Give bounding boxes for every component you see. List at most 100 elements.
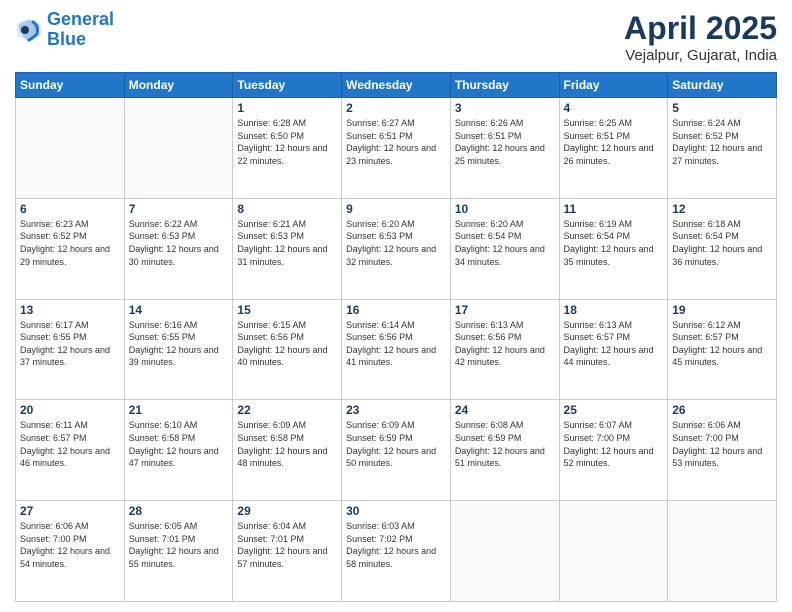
- daylight-text: Daylight: 12 hours and 58 minutes.: [346, 546, 436, 569]
- table-row: 14 Sunrise: 6:16 AM Sunset: 6:55 PM Dayl…: [124, 299, 233, 400]
- table-row: 19 Sunrise: 6:12 AM Sunset: 6:57 PM Dayl…: [668, 299, 777, 400]
- sunrise-text: Sunrise: 6:28 AM: [237, 118, 306, 128]
- day-number: 18: [564, 303, 664, 317]
- day-info: Sunrise: 6:09 AM Sunset: 6:58 PM Dayligh…: [237, 419, 337, 469]
- daylight-text: Daylight: 12 hours and 29 minutes.: [20, 244, 110, 267]
- table-row: [16, 98, 125, 199]
- daylight-text: Daylight: 12 hours and 22 minutes.: [237, 143, 327, 166]
- sunset-text: Sunset: 6:59 PM: [346, 433, 413, 443]
- daylight-text: Daylight: 12 hours and 42 minutes.: [455, 345, 545, 368]
- day-info: Sunrise: 6:10 AM Sunset: 6:58 PM Dayligh…: [129, 419, 229, 469]
- table-row: 15 Sunrise: 6:15 AM Sunset: 6:56 PM Dayl…: [233, 299, 342, 400]
- day-info: Sunrise: 6:15 AM Sunset: 6:56 PM Dayligh…: [237, 319, 337, 369]
- daylight-text: Daylight: 12 hours and 46 minutes.: [20, 446, 110, 469]
- day-info: Sunrise: 6:26 AM Sunset: 6:51 PM Dayligh…: [455, 117, 555, 167]
- day-info: Sunrise: 6:06 AM Sunset: 7:00 PM Dayligh…: [672, 419, 772, 469]
- daylight-text: Daylight: 12 hours and 45 minutes.: [672, 345, 762, 368]
- table-row: [450, 501, 559, 602]
- sunrise-text: Sunrise: 6:17 AM: [20, 320, 89, 330]
- day-info: Sunrise: 6:19 AM Sunset: 6:54 PM Dayligh…: [564, 218, 664, 268]
- header-sunday: Sunday: [16, 73, 125, 98]
- logo-line2: Blue: [47, 29, 86, 49]
- sunrise-text: Sunrise: 6:13 AM: [564, 320, 633, 330]
- table-row: 20 Sunrise: 6:11 AM Sunset: 6:57 PM Dayl…: [16, 400, 125, 501]
- daylight-text: Daylight: 12 hours and 51 minutes.: [455, 446, 545, 469]
- day-info: Sunrise: 6:09 AM Sunset: 6:59 PM Dayligh…: [346, 419, 446, 469]
- sunrise-text: Sunrise: 6:22 AM: [129, 219, 198, 229]
- day-number: 11: [564, 202, 664, 216]
- sunset-text: Sunset: 6:57 PM: [564, 332, 631, 342]
- daylight-text: Daylight: 12 hours and 35 minutes.: [564, 244, 654, 267]
- table-row: 29 Sunrise: 6:04 AM Sunset: 7:01 PM Dayl…: [233, 501, 342, 602]
- day-info: Sunrise: 6:20 AM Sunset: 6:53 PM Dayligh…: [346, 218, 446, 268]
- table-row: 26 Sunrise: 6:06 AM Sunset: 7:00 PM Dayl…: [668, 400, 777, 501]
- day-info: Sunrise: 6:28 AM Sunset: 6:50 PM Dayligh…: [237, 117, 337, 167]
- sunset-text: Sunset: 6:51 PM: [346, 131, 413, 141]
- sunrise-text: Sunrise: 6:14 AM: [346, 320, 415, 330]
- day-info: Sunrise: 6:14 AM Sunset: 6:56 PM Dayligh…: [346, 319, 446, 369]
- sunset-text: Sunset: 6:58 PM: [129, 433, 196, 443]
- day-number: 26: [672, 403, 772, 417]
- table-row: 6 Sunrise: 6:23 AM Sunset: 6:52 PM Dayli…: [16, 198, 125, 299]
- day-number: 1: [237, 101, 337, 115]
- sunrise-text: Sunrise: 6:19 AM: [564, 219, 633, 229]
- page: General Blue April 2025 Vejalpur, Gujara…: [0, 0, 792, 612]
- daylight-text: Daylight: 12 hours and 39 minutes.: [129, 345, 219, 368]
- table-row: 22 Sunrise: 6:09 AM Sunset: 6:58 PM Dayl…: [233, 400, 342, 501]
- daylight-text: Daylight: 12 hours and 31 minutes.: [237, 244, 327, 267]
- sunrise-text: Sunrise: 6:20 AM: [346, 219, 415, 229]
- sunrise-text: Sunrise: 6:12 AM: [672, 320, 741, 330]
- sunset-text: Sunset: 6:51 PM: [455, 131, 522, 141]
- logo-line1: General: [47, 9, 114, 29]
- header-thursday: Thursday: [450, 73, 559, 98]
- sunset-text: Sunset: 6:52 PM: [672, 131, 739, 141]
- calendar-week-row: 1 Sunrise: 6:28 AM Sunset: 6:50 PM Dayli…: [16, 98, 777, 199]
- day-number: 4: [564, 101, 664, 115]
- header-monday: Monday: [124, 73, 233, 98]
- table-row: 7 Sunrise: 6:22 AM Sunset: 6:53 PM Dayli…: [124, 198, 233, 299]
- table-row: 9 Sunrise: 6:20 AM Sunset: 6:53 PM Dayli…: [342, 198, 451, 299]
- day-number: 3: [455, 101, 555, 115]
- day-number: 23: [346, 403, 446, 417]
- sunrise-text: Sunrise: 6:15 AM: [237, 320, 306, 330]
- header-wednesday: Wednesday: [342, 73, 451, 98]
- day-info: Sunrise: 6:06 AM Sunset: 7:00 PM Dayligh…: [20, 520, 120, 570]
- daylight-text: Daylight: 12 hours and 34 minutes.: [455, 244, 545, 267]
- sunset-text: Sunset: 7:01 PM: [237, 534, 304, 544]
- sunrise-text: Sunrise: 6:04 AM: [237, 521, 306, 531]
- table-row: 5 Sunrise: 6:24 AM Sunset: 6:52 PM Dayli…: [668, 98, 777, 199]
- logo: General Blue: [15, 10, 114, 50]
- table-row: [124, 98, 233, 199]
- subtitle: Vejalpur, Gujarat, India: [624, 47, 777, 64]
- daylight-text: Daylight: 12 hours and 52 minutes.: [564, 446, 654, 469]
- table-row: 21 Sunrise: 6:10 AM Sunset: 6:58 PM Dayl…: [124, 400, 233, 501]
- header-tuesday: Tuesday: [233, 73, 342, 98]
- sunrise-text: Sunrise: 6:26 AM: [455, 118, 524, 128]
- table-row: 11 Sunrise: 6:19 AM Sunset: 6:54 PM Dayl…: [559, 198, 668, 299]
- sunrise-text: Sunrise: 6:09 AM: [346, 420, 415, 430]
- day-number: 12: [672, 202, 772, 216]
- daylight-text: Daylight: 12 hours and 36 minutes.: [672, 244, 762, 267]
- sunrise-text: Sunrise: 6:07 AM: [564, 420, 633, 430]
- sunset-text: Sunset: 7:00 PM: [564, 433, 631, 443]
- table-row: [668, 501, 777, 602]
- daylight-text: Daylight: 12 hours and 54 minutes.: [20, 546, 110, 569]
- table-row: [559, 501, 668, 602]
- day-number: 2: [346, 101, 446, 115]
- daylight-text: Daylight: 12 hours and 50 minutes.: [346, 446, 436, 469]
- daylight-text: Daylight: 12 hours and 37 minutes.: [20, 345, 110, 368]
- sunrise-text: Sunrise: 6:11 AM: [20, 420, 88, 430]
- calendar: Sunday Monday Tuesday Wednesday Thursday…: [15, 72, 777, 602]
- sunrise-text: Sunrise: 6:09 AM: [237, 420, 306, 430]
- table-row: 4 Sunrise: 6:25 AM Sunset: 6:51 PM Dayli…: [559, 98, 668, 199]
- table-row: 16 Sunrise: 6:14 AM Sunset: 6:56 PM Dayl…: [342, 299, 451, 400]
- sunset-text: Sunset: 6:57 PM: [672, 332, 739, 342]
- daylight-text: Daylight: 12 hours and 27 minutes.: [672, 143, 762, 166]
- calendar-week-row: 20 Sunrise: 6:11 AM Sunset: 6:57 PM Dayl…: [16, 400, 777, 501]
- sunrise-text: Sunrise: 6:25 AM: [564, 118, 633, 128]
- sunset-text: Sunset: 7:01 PM: [129, 534, 196, 544]
- sunset-text: Sunset: 7:00 PM: [672, 433, 739, 443]
- sunset-text: Sunset: 6:54 PM: [564, 231, 631, 241]
- day-number: 21: [129, 403, 229, 417]
- day-info: Sunrise: 6:11 AM Sunset: 6:57 PM Dayligh…: [20, 419, 120, 469]
